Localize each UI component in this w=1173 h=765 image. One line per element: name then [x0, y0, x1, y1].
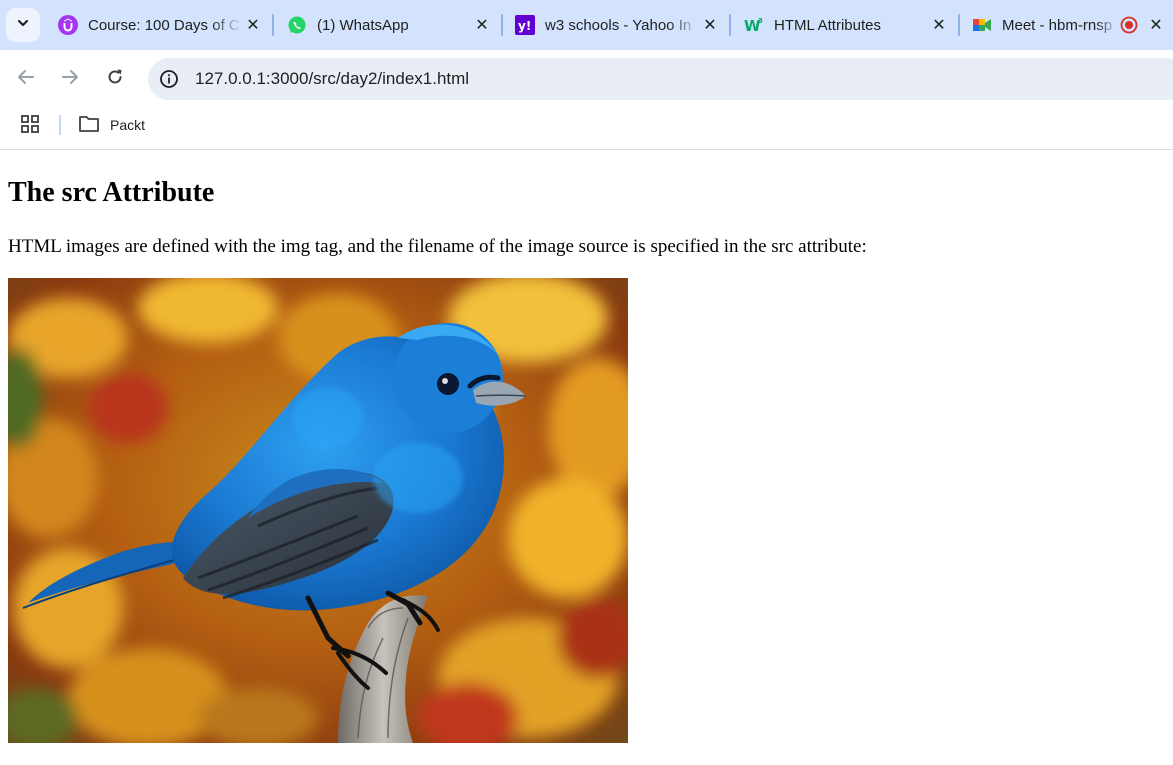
w3schools-icon: W3 [744, 15, 764, 35]
url-text[interactable]: 127.0.0.1:3000/src/day2/index1.html [195, 69, 469, 89]
tab-title: (1) WhatsApp [317, 16, 409, 34]
apps-grid-icon [20, 114, 40, 139]
bookmarks-bar: Packt [0, 108, 1173, 150]
tab-strip: Course: 100 Days of C ✕ (1) WhatsApp ✕ y… [0, 0, 1173, 50]
browser-toolbar: 127.0.0.1:3000/src/day2/index1.html [0, 50, 1173, 108]
svg-text:3: 3 [758, 17, 763, 25]
folder-icon [78, 115, 100, 136]
recording-icon [1119, 15, 1139, 35]
close-tab-icon[interactable]: ✕ [471, 14, 493, 36]
apps-button[interactable] [18, 114, 42, 138]
arrow-right-icon [60, 67, 80, 92]
chevron-down-icon [16, 16, 30, 35]
tab-title: w3 schools - Yahoo In [545, 16, 692, 34]
bird-image [8, 278, 628, 743]
tab-html-attributes[interactable]: W3 HTML Attributes ✕ [734, 8, 956, 42]
bookmarks-separator [59, 115, 61, 135]
tab-search-button[interactable] [6, 8, 40, 42]
yahoo-icon: y! [515, 15, 535, 35]
tab-separator [729, 14, 731, 36]
reload-button[interactable] [97, 61, 133, 97]
bookmark-folder-packt[interactable]: Packt [78, 111, 145, 139]
back-button[interactable] [8, 61, 44, 97]
udemy-icon [58, 15, 78, 35]
tab-separator [501, 14, 503, 36]
page-paragraph: HTML images are defined with the img tag… [8, 236, 867, 257]
page-content: The src Attribute HTML images are define… [0, 151, 1173, 765]
site-info-icon[interactable] [158, 68, 180, 90]
forward-button[interactable] [52, 61, 88, 97]
close-tab-icon[interactable]: ✕ [242, 14, 264, 36]
tab-title: Meet - hbm-rnsp [1002, 16, 1113, 34]
close-tab-icon[interactable]: ✕ [928, 14, 950, 36]
svg-text:y!: y! [518, 19, 531, 33]
bookmark-label: Packt [110, 117, 146, 133]
close-tab-icon[interactable]: ✕ [1145, 14, 1167, 36]
address-bar[interactable]: 127.0.0.1:3000/src/day2/index1.html [148, 58, 1173, 100]
reload-icon [105, 67, 125, 92]
close-tab-icon[interactable]: ✕ [699, 14, 721, 36]
arrow-left-icon [16, 67, 36, 92]
tab-separator [958, 14, 960, 36]
tab-udemy-course[interactable]: Course: 100 Days of C ✕ [48, 8, 270, 42]
tab-title: HTML Attributes [774, 16, 881, 34]
tab-whatsapp[interactable]: (1) WhatsApp ✕ [277, 8, 499, 42]
page-heading: The src Attribute [8, 177, 215, 208]
tab-separator [272, 14, 274, 36]
google-meet-icon [972, 15, 992, 35]
tab-google-meet[interactable]: Meet - hbm-rnsp ✕ [962, 8, 1173, 42]
tab-title: Course: 100 Days of C [88, 16, 240, 34]
whatsapp-icon [287, 15, 307, 35]
tab-yahoo-search[interactable]: y! w3 schools - Yahoo In ✕ [505, 8, 727, 42]
